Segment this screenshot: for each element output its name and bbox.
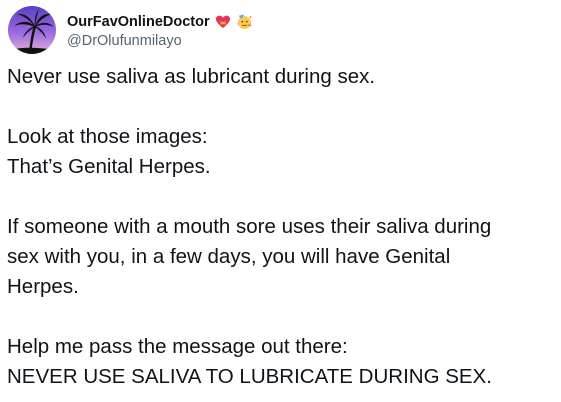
- name-row: OurFavOnlineDoctor: [67, 11, 254, 32]
- tweet-line: Help me pass the message out there:: [7, 335, 348, 358]
- tweet-line: Look at those images:: [7, 125, 208, 148]
- tweet: OurFavOnlineDoctor @DrOlufunmilayo Never…: [0, 0, 561, 402]
- tweet-line: NEVER USE SALIVA TO LUBRICATE DURING SEX…: [7, 365, 492, 388]
- author-handle[interactable]: @DrOlufunmilayo: [67, 33, 254, 49]
- partying-face-icon: [236, 13, 254, 31]
- tweet-line: That’s Genital Herpes.: [7, 155, 211, 178]
- tweet-header: OurFavOnlineDoctor @DrOlufunmilayo: [8, 6, 254, 54]
- tweet-line: If someone with a mouth sore uses their …: [7, 215, 492, 238]
- tweet-line: Herpes.: [7, 275, 79, 298]
- tweet-text: Never use saliva as lubricant during sex…: [7, 62, 557, 392]
- display-name[interactable]: OurFavOnlineDoctor: [67, 14, 210, 30]
- author-names: OurFavOnlineDoctor @DrOlufunmilayo: [67, 11, 254, 49]
- avatar[interactable]: [8, 6, 56, 54]
- palm-tree-avatar-icon: [8, 6, 56, 54]
- heart-with-ribbon-icon: [214, 13, 232, 31]
- tweet-line: Never use saliva as lubricant during sex…: [7, 65, 376, 88]
- tweet-line: sex with you, in a few days, you will ha…: [7, 245, 451, 268]
